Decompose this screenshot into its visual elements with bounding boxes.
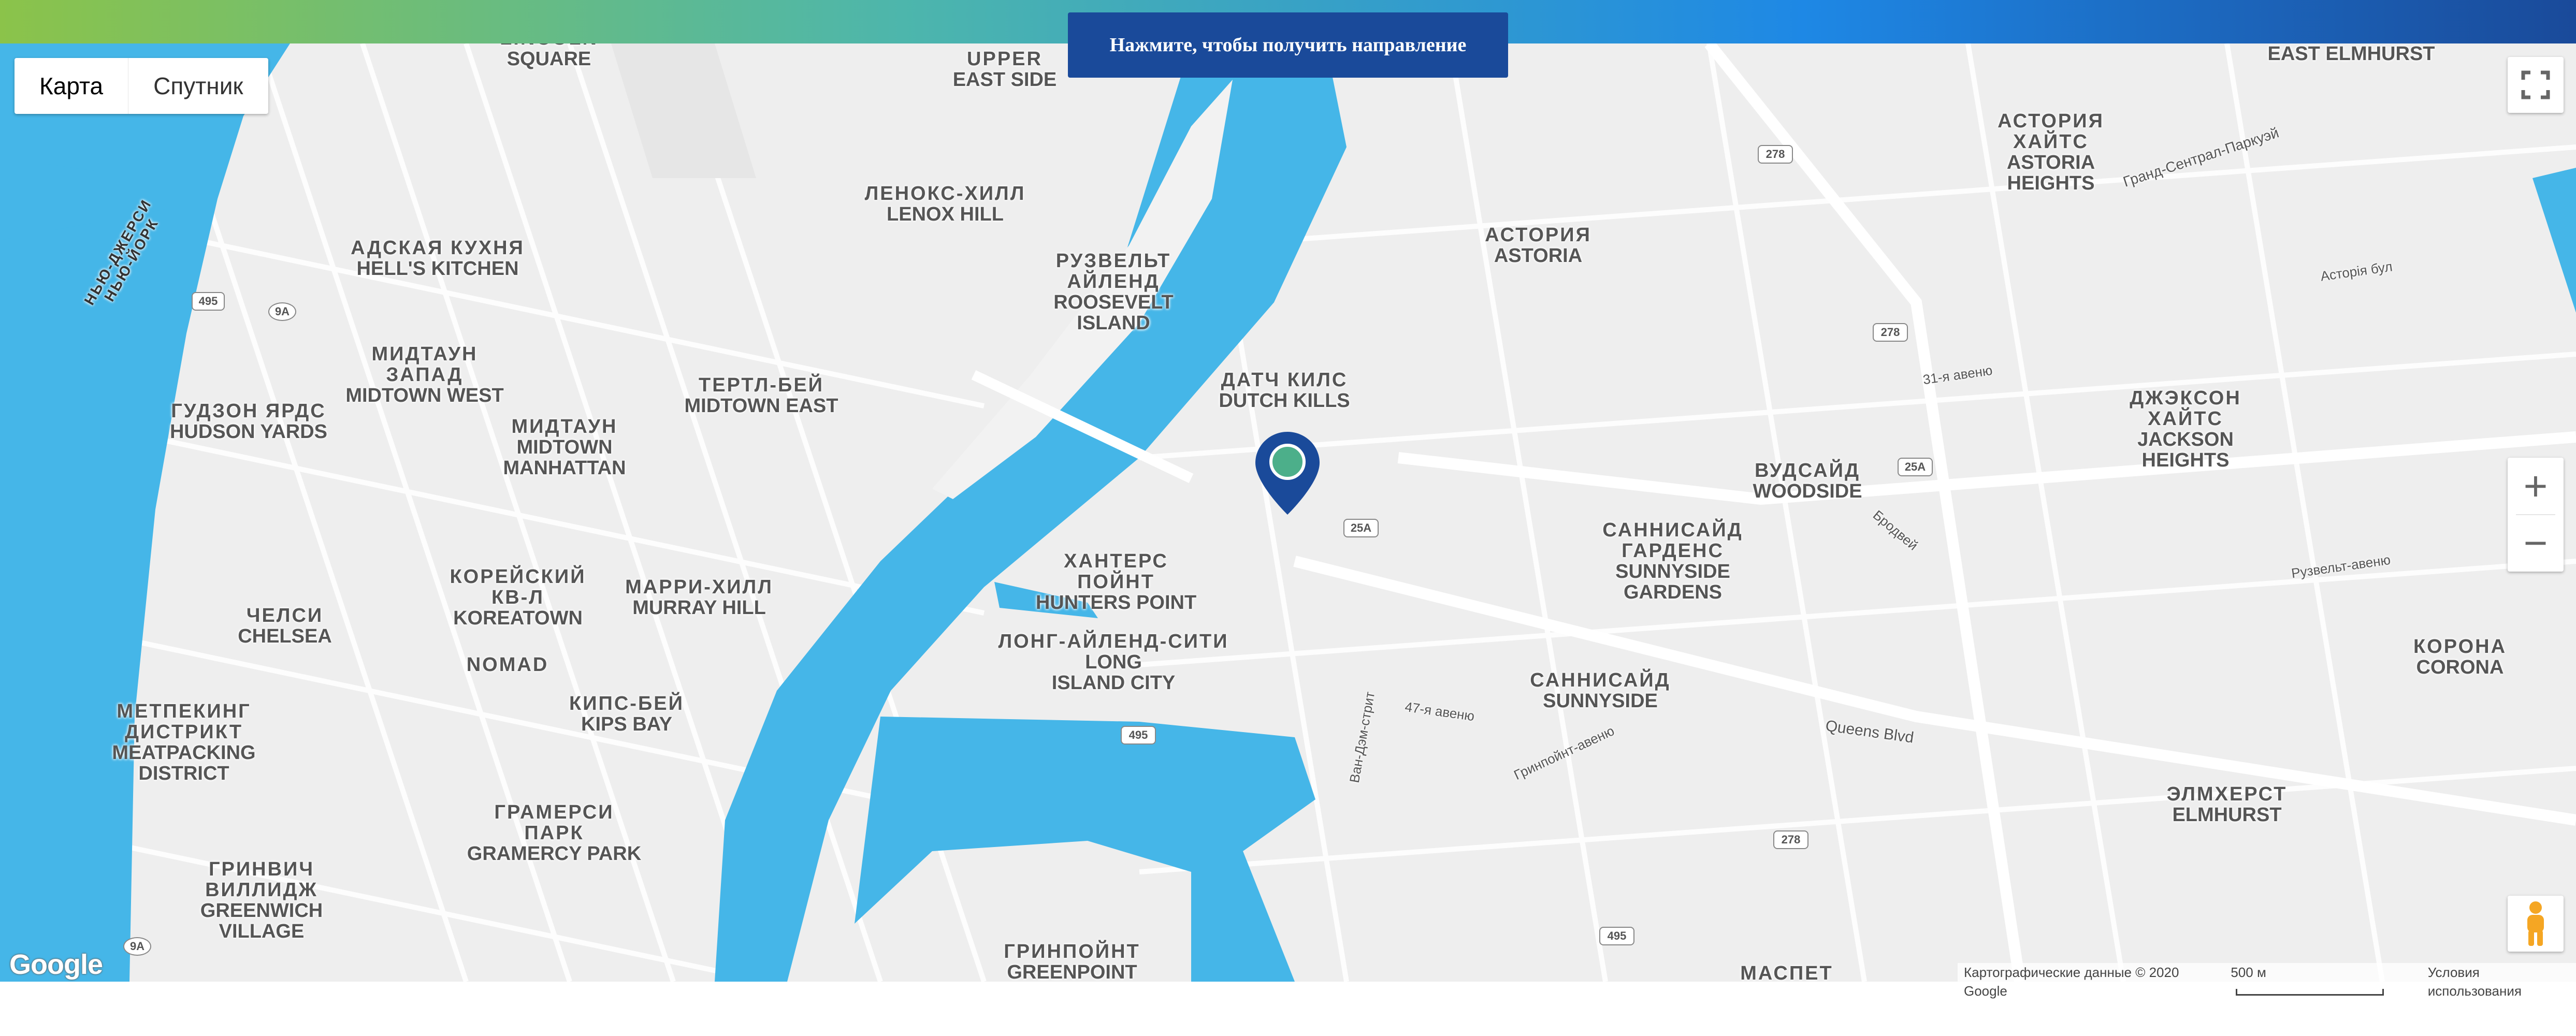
label-lenox-hill: ЛЕНОКС-ХИЛЛ LENOX HILL <box>864 183 1026 225</box>
label-corona: КОРОНА CORONA <box>2413 636 2507 678</box>
label-dutch-kills: ДАТЧ КИЛС DUTCH KILLS <box>1219 369 1350 412</box>
map-data-attribution[interactable]: Картографические данные © 2020 Google <box>1964 963 2213 999</box>
route-shield: 9A <box>123 937 151 956</box>
label-chelsea: ЧЕЛСИ CHELSEA <box>238 605 332 647</box>
route-shield: 25A <box>1898 458 1933 476</box>
street-view-pegman-button[interactable] <box>2508 896 2564 952</box>
label-kips-bay: КИПС-БЕЙ KIPS BAY <box>569 693 684 735</box>
label-greenwich-village: ГРИНВИЧ ВИЛЛИДЖ GREENWICH VILLAGE <box>200 858 323 942</box>
label-hunters-point: ХАНТЕРС ПОЙНТ HUNTERS POINT <box>1035 550 1197 614</box>
zoom-control: + − <box>2508 458 2564 572</box>
google-logo[interactable]: Google <box>9 949 103 981</box>
map-type-control: Карта Спутник <box>15 58 268 114</box>
route-shield: 495 <box>1121 726 1156 745</box>
map-type-satellite-button[interactable]: Спутник <box>128 58 268 114</box>
label-lincoln-square: LINCOLNSQUARE <box>500 43 597 70</box>
label-elmhurst: ЭЛМХЕРСТ ELMHURST <box>2166 783 2288 826</box>
fullscreen-button[interactable] <box>2508 57 2564 113</box>
label-maspeth: МАСПЕТ <box>1740 962 1833 982</box>
get-directions-button[interactable]: Нажмите, чтобы получить направление <box>1068 12 1508 78</box>
route-shield: 25A <box>1343 519 1379 537</box>
terms-link[interactable]: Условия использования <box>2428 963 2570 999</box>
pegman-icon <box>2527 901 2544 946</box>
fullscreen-icon <box>2521 70 2550 99</box>
route-shield: 9A <box>268 302 296 321</box>
label-meatpacking-district: МЕТПЕКИНГ ДИСТРИКТ MEATPACKING DISTRICT <box>112 701 256 784</box>
label-midtown-east: ТЕРТЛ-БЕЙ MIDTOWN EAST <box>684 374 838 417</box>
label-astoria: АСТОРИЯ ASTORIA <box>1485 224 1591 267</box>
attribution-bar: Картографические данные © 2020 Google 50… <box>1958 963 2576 999</box>
map-type-map-button[interactable]: Карта <box>15 58 128 114</box>
route-shield: 495 <box>1599 927 1634 945</box>
label-midtown-west: МИДТАУН ЗАПАД MIDTOWN WEST <box>345 343 504 406</box>
label-upper-east-side: UPPER EAST SIDE <box>952 48 1057 91</box>
label-roosevelt-island: РУЗВЕЛЬТ АЙЛЕНД ROOSEVELT ISLAND <box>1053 250 1174 334</box>
route-shield: 278 <box>1758 145 1793 164</box>
zoom-out-button[interactable]: − <box>2508 515 2564 571</box>
route-shield: 278 <box>1773 830 1808 849</box>
label-east-elmhurst: EAST ELMHURST <box>2267 43 2435 65</box>
label-koreatown: КОРЕЙСКИЙ КВ-Л KOREATOWN <box>450 566 586 629</box>
scale-bar <box>2236 988 2384 996</box>
label-midtown-manhattan: МИДТАУН MIDTOWN MANHATTAN <box>503 416 626 479</box>
label-hudson-yards: ГУДЗОН ЯРДС HUDSON YARDS <box>169 400 328 443</box>
label-jackson-heights: ДЖЭКСОН ХАЙТС JACKSON HEIGHTS <box>2130 387 2241 471</box>
label-murray-hill: МАРРИ-ХИЛЛ MURRAY HILL <box>625 576 773 619</box>
location-marker-icon[interactable] <box>1255 432 1320 515</box>
label-hells-kitchen: АДСКАЯ КУХНЯ HELL'S KITCHEN <box>351 237 525 280</box>
label-sunnyside-gardens: САННИСАЙД ГАРДЕНС SUNNYSIDE GARDENS <box>1602 519 1743 603</box>
label-gramercy-park: ГРАМЕРСИ ПАРК GRAMERCY PARK <box>467 801 642 865</box>
label-long-island-city: ЛОНГ-АЙЛЕНД-СИТИ LONG ISLAND CITY <box>998 631 1229 694</box>
zoom-in-button[interactable]: + <box>2508 458 2564 514</box>
label-greenpoint: ГРИНПОЙНТ GREENPOINT <box>1004 941 1140 982</box>
route-shield: 278 <box>1873 323 1908 342</box>
route-shield: 495 <box>192 292 225 311</box>
scale-indicator[interactable]: 500 м <box>2231 963 2410 996</box>
label-sunnyside: САННИСАЙД SUNNYSIDE <box>1530 669 1671 712</box>
label-nomad: NOMAD <box>466 654 549 676</box>
